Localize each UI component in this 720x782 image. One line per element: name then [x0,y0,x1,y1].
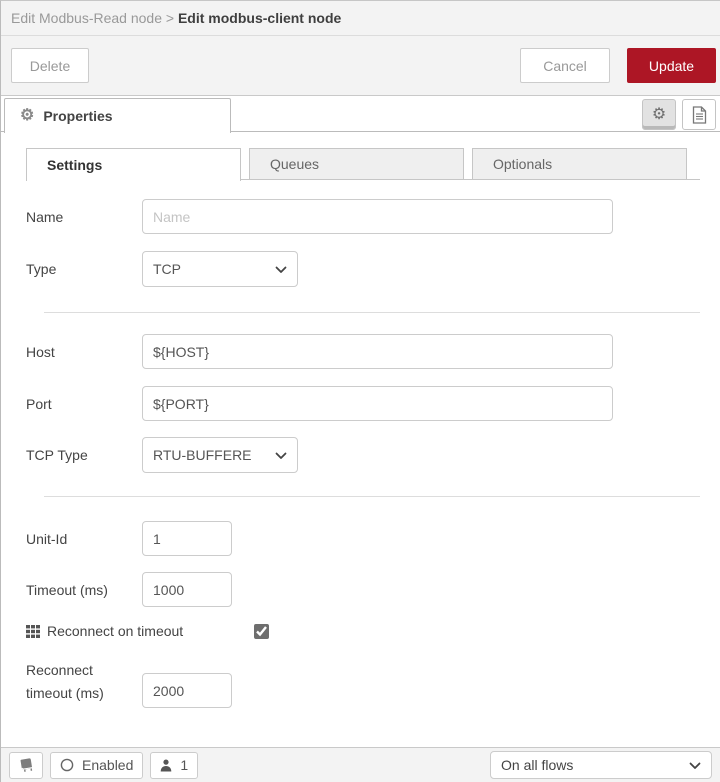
settings-form: Name Type TCP Host Port TCP Type [1,199,720,708]
tab-optionals[interactable]: Optionals [472,148,687,180]
reconnect-timeout-label: Reconnect timeout (ms) [26,662,104,701]
dialog-footer: Enabled 1 On all flows [1,747,720,782]
gear-icon: ⚙ [20,107,35,124]
section-divider [44,496,700,497]
edit-node-dialog: Edit Modbus-Read node > Edit modbus-clie… [0,0,720,782]
properties-tab-bar: ⚙ Properties ⚙ [1,96,720,133]
section-divider [44,312,700,313]
breadcrumb-separator: > [165,10,175,26]
timeout-input[interactable] [142,572,232,607]
host-input[interactable] [142,334,613,369]
timeout-row: Timeout (ms) [26,572,720,607]
type-select[interactable]: TCP [142,251,298,287]
user-icon [160,759,172,772]
tab-properties[interactable]: ⚙ Properties [4,98,231,133]
port-input[interactable] [142,386,613,421]
tcp-type-select[interactable]: RTU-BUFFERED [142,437,298,473]
name-input[interactable] [142,199,613,234]
grid-icon [26,624,40,638]
unit-id-input[interactable] [142,521,232,556]
circle-icon [60,758,74,772]
name-row: Name [26,199,720,234]
user-count-button[interactable]: 1 [150,751,199,779]
breadcrumb: Edit Modbus-Read node > Edit modbus-clie… [1,1,720,36]
breadcrumb-previous[interactable]: Edit Modbus-Read node [11,10,162,26]
host-label: Host [26,343,55,360]
breadcrumb-current: Edit modbus-client node [177,10,342,26]
tcp-type-label: TCP Type [26,447,88,463]
tab-queues[interactable]: Queues [249,148,464,180]
node-description-button[interactable] [682,99,716,130]
settings-tab-bar: Settings Queues Optionals [26,148,700,181]
port-row: Port [26,386,720,421]
type-label: Type [26,261,57,277]
properties-tab-label: Properties [43,108,113,124]
update-button[interactable]: Update [627,48,716,83]
reconnect-timeout-row: Reconnect timeout (ms) [26,659,720,708]
info-button[interactable] [9,751,43,779]
scope-select[interactable]: On all flows [490,751,712,779]
enabled-label: Enabled [82,757,134,773]
host-row: Host [26,334,720,369]
name-label: Name [26,208,64,225]
reconnect-on-timeout-checkbox[interactable] [254,623,269,639]
tab-settings[interactable]: Settings [26,148,241,181]
tcp-type-row: TCP Type RTU-BUFFERED [26,437,720,473]
gear-icon: ⚙ [651,105,667,123]
unit-id-label: Unit-Id [26,530,68,547]
type-row: Type TCP [26,251,720,287]
timeout-label: Timeout (ms) [26,581,108,598]
document-icon [692,105,707,124]
cancel-button[interactable]: Cancel [520,48,610,83]
book-icon [18,757,34,773]
panel-action-buttons: ⚙ [642,99,716,130]
reconnect-timeout-input[interactable] [142,673,232,708]
reconnect-on-timeout-row: Reconnect on timeout [26,621,720,641]
delete-button[interactable]: Delete [11,48,89,83]
reconnect-on-timeout-label: Reconnect on timeout [47,623,184,639]
user-count: 1 [180,757,189,773]
dialog-toolbar: Delete Cancel Update [1,36,720,83]
edit-properties-button[interactable]: ⚙ [642,99,676,130]
enabled-toggle-button[interactable]: Enabled [50,751,144,779]
port-label: Port [26,395,52,412]
unit-id-row: Unit-Id [26,521,720,556]
dialog-header: Edit Modbus-Read node > Edit modbus-clie… [1,1,720,96]
